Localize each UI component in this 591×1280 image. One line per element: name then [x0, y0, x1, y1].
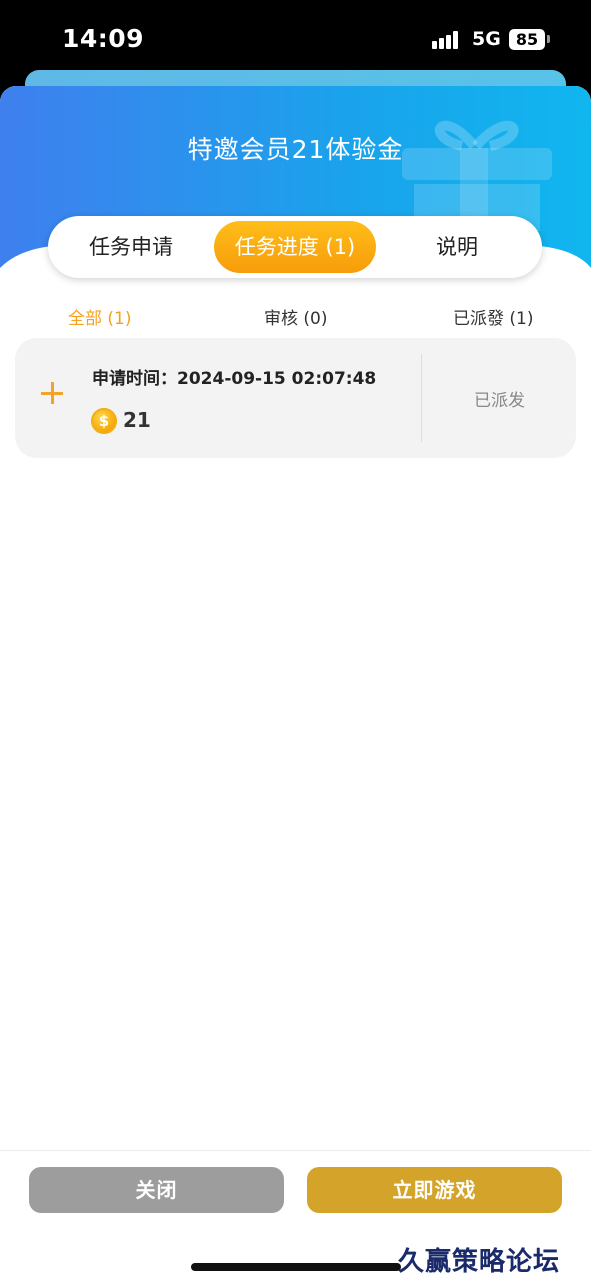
card-divider	[421, 354, 422, 442]
modal-title: 特邀会员21体验金	[187, 135, 404, 164]
filter-all[interactable]: 全部 (1)	[68, 304, 131, 329]
plus-icon[interactable]	[41, 382, 63, 404]
tab-task-apply[interactable]: 任务申请	[70, 221, 192, 273]
battery-icon: 85	[509, 29, 545, 50]
close-button[interactable]: 关闭	[29, 1167, 284, 1213]
record-card[interactable]: 申请时间：2024-09-15 02:07:48 $ 21 已派发	[15, 338, 576, 458]
play-now-button[interactable]: 立即游戏	[307, 1167, 562, 1213]
status-time: 14:09	[62, 24, 145, 53]
battery-tip	[547, 35, 550, 43]
tab-task-progress[interactable]: 任务进度 (1)	[214, 221, 376, 273]
watermark: 久赢策略论坛	[398, 1247, 561, 1277]
home-indicator	[191, 1263, 401, 1271]
filter-distributed[interactable]: 已派發 (1)	[453, 304, 533, 329]
tab-bar: 任务申请 任务进度 (1) 说明	[48, 216, 542, 278]
coin-icon: $	[91, 408, 117, 434]
network-label: 5G	[472, 28, 501, 50]
filter-review[interactable]: 审核 (0)	[264, 304, 327, 329]
apply-time: 申请时间：2024-09-15 02:07:48	[92, 369, 377, 389]
modal: 特邀会员21体验金 任务申请 任务进度 (1) 说明 全部 (1) 审核 (0)…	[0, 86, 591, 1280]
signal-icon	[432, 31, 458, 49]
bottom-bar: 关闭 立即游戏 久赢策略论坛	[0, 1150, 591, 1280]
record-status: 已派发	[474, 391, 525, 411]
tab-instructions[interactable]: 说明	[412, 221, 502, 273]
gift-icon	[402, 120, 552, 231]
coin-amount: 21	[123, 408, 151, 432]
status-filter: 全部 (1) 审核 (0) 已派發 (1)	[0, 304, 591, 334]
status-bar: 14:09 5G 85	[0, 0, 591, 80]
